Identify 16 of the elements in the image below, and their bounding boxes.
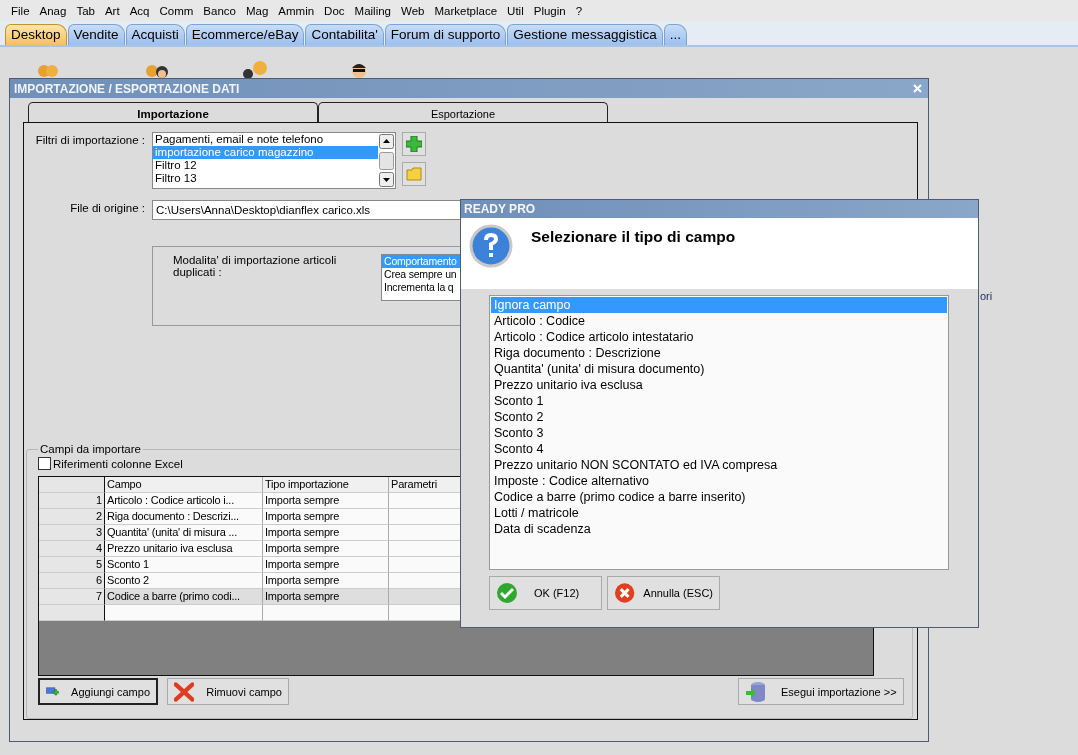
dialog-title: READY PRO <box>464 202 536 216</box>
field-label: Modalita' di importazione articoli duplicati : <box>173 254 338 278</box>
row-number: 6 <box>39 573 105 589</box>
field-label: File di origine : <box>69 202 146 214</box>
group-title: Campi da importare <box>39 443 142 455</box>
window-title: IMPORTAZIONE / ESPORTAZIONE DATI <box>14 81 240 96</box>
row-number: 2 <box>39 509 105 525</box>
row-number: 4 <box>39 541 105 557</box>
row-number: 1 <box>39 493 105 509</box>
label-fragment: ori <box>980 290 993 302</box>
checkbox-label: Riferimenti colonne Excel <box>53 457 183 470</box>
field-label: Filtri di importazione : <box>34 134 146 146</box>
row-number: 3 <box>39 525 105 541</box>
dialog-heading: Selezionare il tipo di campo <box>531 228 736 246</box>
row-number: 7 <box>39 589 105 605</box>
row-number: 5 <box>39 557 105 573</box>
